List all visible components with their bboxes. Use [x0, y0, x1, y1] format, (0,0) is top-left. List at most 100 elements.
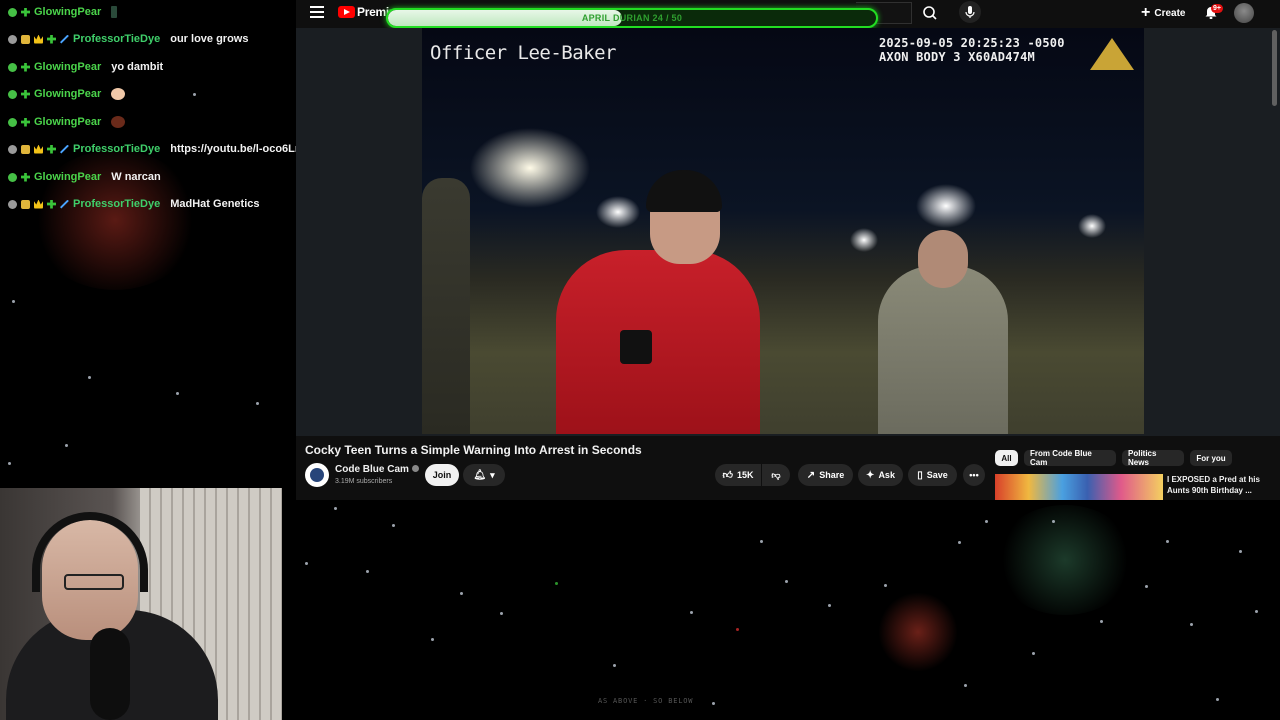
save-button[interactable]: ▯ Save — [908, 464, 957, 486]
moderator-badge-icon — [8, 62, 17, 72]
chip-all[interactable]: All — [995, 450, 1018, 466]
like-button[interactable]: 👍︎ 15K — [715, 464, 761, 486]
sword-badge-icon — [60, 34, 69, 44]
chat-text: our love grows — [170, 33, 249, 45]
bystander-figure — [422, 178, 470, 434]
create-button[interactable]: + Create — [1141, 4, 1185, 22]
chat-text: MadHat Genetics — [170, 198, 260, 210]
gray-hoodie-figure — [878, 266, 1008, 434]
microphone-icon — [965, 6, 975, 18]
video-frame[interactable]: Officer Lee-Baker 2025-09-05 20:25:23 -0… — [422, 28, 1144, 434]
recommendation-thumbnail[interactable] — [995, 474, 1163, 500]
stream-chat: GlowingPear ProfessorTieDye our love gro… — [0, 0, 321, 225]
black-beanie — [646, 170, 722, 212]
sparkle-icon: ✦ — [866, 469, 875, 481]
sword-badge-icon — [60, 144, 69, 154]
gem-emote-icon — [111, 6, 118, 18]
overlay-watermark: AS ABOVE · SO BELOW — [598, 697, 694, 705]
flex-arm-emote-icon — [111, 88, 126, 100]
subscribed-bell-button[interactable]: 🔔︎ ▾ — [463, 464, 505, 486]
crown-badge-icon — [34, 199, 43, 209]
chat-message: GlowingPear W narcan — [8, 169, 161, 185]
more-actions-button[interactable]: ••• — [963, 464, 985, 486]
like-count: 15K — [736, 470, 754, 480]
channel-avatar[interactable] — [305, 463, 329, 487]
gift-badge-icon — [21, 144, 30, 154]
police-badge — [620, 330, 652, 364]
chat-username[interactable]: GlowingPear — [34, 116, 101, 128]
plus-badge-icon — [47, 199, 56, 209]
thumbs-up-icon: 👍︎ — [722, 470, 733, 481]
video-info: Cocky Teen Turns a Simple Warning Into A… — [296, 436, 1280, 500]
search-button[interactable] — [916, 2, 946, 24]
channel-name[interactable]: Code Blue Cam — [335, 464, 409, 475]
plus-badge-icon — [21, 172, 30, 182]
bookmark-icon: ▯ — [917, 469, 923, 481]
share-icon: ↗ — [806, 469, 816, 481]
plus-badge-icon — [21, 62, 30, 72]
chat-username[interactable]: ProfessorTieDye — [73, 143, 160, 155]
gift-badge-icon — [21, 199, 30, 209]
moderator-badge-icon — [8, 117, 17, 127]
chat-username[interactable]: GlowingPear — [34, 61, 101, 73]
video-player[interactable]: Officer Lee-Baker 2025-09-05 20:25:23 -0… — [296, 28, 1280, 436]
notification-count-badge: 9+ — [1211, 4, 1223, 13]
plus-icon: + — [1141, 4, 1151, 21]
crown-badge-icon — [34, 34, 43, 44]
plus-badge-icon — [21, 117, 30, 127]
subscriber-count: 3.19M subscribers — [335, 478, 393, 485]
chat-message: ProfessorTieDye our love grows — [8, 31, 248, 47]
save-label: Save — [926, 470, 948, 480]
chat-username[interactable]: ProfessorTieDye — [73, 33, 160, 45]
chat-message: GlowingPear — [8, 86, 126, 102]
axon-logo-icon — [1090, 38, 1134, 70]
chat-username[interactable]: GlowingPear — [34, 88, 101, 100]
account-avatar[interactable] — [1234, 3, 1254, 23]
red-nebula-small — [878, 592, 958, 672]
chat-username[interactable]: GlowingPear — [34, 171, 101, 183]
timestamp-line: 2025-09-05 20:25:23 -0500 — [879, 36, 1065, 50]
bodycam-timestamp: 2025-09-05 20:25:23 -0500 AXON BODY 3 X6… — [879, 36, 1065, 64]
thumbs-down-icon: 👎︎ — [771, 469, 781, 480]
voice-search-button[interactable] — [959, 1, 981, 23]
chat-username[interactable]: ProfessorTieDye — [73, 198, 160, 210]
subscriber-badge-icon — [8, 144, 17, 154]
search-icon — [923, 6, 937, 20]
join-button[interactable]: Join — [425, 464, 459, 486]
share-button[interactable]: ↗ Share — [798, 464, 853, 486]
chip-from-channel[interactable]: From Code Blue Cam — [1024, 449, 1116, 467]
face-emote-icon — [111, 116, 126, 128]
bell-icon: 🔔︎ — [473, 469, 487, 481]
ask-label: Ask — [878, 470, 895, 480]
subscriber-badge-icon — [8, 199, 17, 209]
plus-badge-icon — [21, 89, 30, 99]
video-title: Cocky Teen Turns a Simple Warning Into A… — [305, 443, 642, 457]
plus-badge-icon — [47, 34, 56, 44]
dislike-button[interactable]: 👎︎ — [762, 464, 790, 486]
microphone — [90, 628, 130, 720]
create-label: Create — [1154, 7, 1186, 19]
chat-message: ProfessorTieDye https://youtu.be/l-oco6L… — [8, 141, 321, 157]
webcam-feed — [0, 488, 282, 720]
ask-button[interactable]: ✦ Ask — [858, 464, 903, 486]
channel-name-row[interactable]: Code Blue Cam — [335, 464, 419, 475]
chat-text: yo dambit — [111, 61, 164, 73]
page-scrollbar[interactable] — [1272, 30, 1277, 106]
goal-progress-bar: APRIL DURIAN 24 / 50 — [386, 8, 878, 28]
red-jacket-figure — [556, 250, 760, 434]
chip-for-you[interactable]: For you — [1190, 450, 1232, 466]
gift-badge-icon — [21, 34, 30, 44]
green-nebula — [995, 505, 1135, 615]
verified-icon — [411, 465, 419, 472]
sword-badge-icon — [60, 199, 69, 209]
recommendation-title[interactable]: I EXPOSED a Pred at his Aunts 90th Birth… — [1167, 474, 1275, 496]
chat-username[interactable]: GlowingPear — [34, 6, 101, 18]
youtube-window: Premium APRIL DURIAN 24 / 50 + Create 9+ — [296, 0, 1280, 500]
chip-politics-news[interactable]: Politics News — [1122, 449, 1184, 467]
hamburger-menu-icon[interactable] — [310, 6, 324, 18]
youtube-play-icon — [338, 6, 355, 18]
crown-badge-icon — [34, 144, 43, 154]
chat-message: GlowingPear — [8, 114, 126, 130]
chat-text: W narcan — [111, 171, 161, 183]
plus-badge-icon — [47, 144, 56, 154]
